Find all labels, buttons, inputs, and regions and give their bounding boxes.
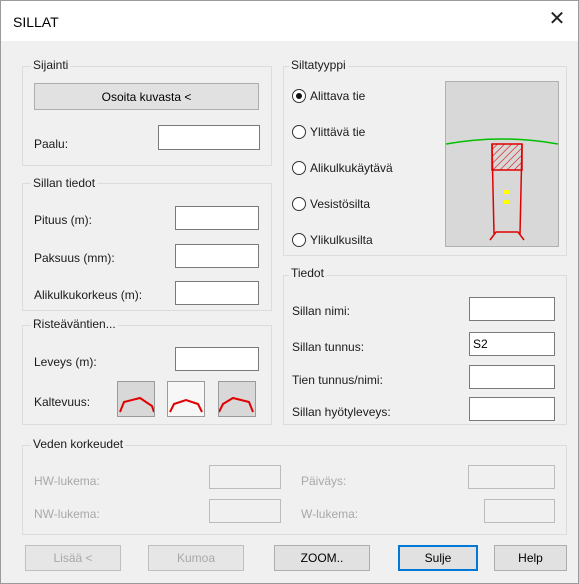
leveys-input[interactable]: [175, 347, 259, 371]
risteavantien-group-label: Risteäväntien...: [31, 317, 118, 331]
title-bar: SILLAT ✕: [1, 1, 578, 41]
sillan-hyotyleveys-label: Sillan hyötyleveys:: [292, 405, 391, 419]
radio-alikulkukaytava[interactable]: Alikulkukäytävä: [292, 161, 432, 177]
w-lukema-label: W-lukema:: [301, 507, 359, 521]
pituus-input[interactable]: [175, 206, 259, 230]
lisaa-button: Lisää <: [25, 545, 121, 571]
slope-middle-option[interactable]: [167, 381, 205, 417]
hw-lukema-input: [209, 465, 281, 489]
sillan-nimi-input[interactable]: [469, 297, 555, 321]
help-button[interactable]: Help: [494, 545, 567, 571]
kaltevuus-label: Kaltevuus:: [34, 395, 91, 409]
paivays-label: Päiväys:: [301, 474, 347, 488]
radio-alittava-tie-dot: [292, 89, 306, 103]
slope-right-icon: [218, 396, 254, 413]
radio-ylikulkusilta[interactable]: Ylikulkusilta: [292, 233, 432, 249]
kumoa-button: Kumoa: [148, 545, 244, 571]
slope-right-option[interactable]: [218, 381, 256, 417]
radio-ylittava-tie-label: Ylittävä tie: [310, 125, 366, 139]
bridge-type-preview: [445, 81, 559, 247]
bridge-preview-drawing: [445, 138, 559, 241]
sillan-hyotyleveys-input[interactable]: [469, 397, 555, 421]
slope-left-icon: [119, 396, 155, 413]
alikulkukorkeus-label: Alikulkukorkeus (m):: [34, 288, 143, 302]
slope-left-option[interactable]: [117, 381, 155, 417]
sillan-tunnus-label: Sillan tunnus:: [292, 340, 365, 354]
paalu-input[interactable]: [158, 125, 260, 150]
radio-ylikulkusilta-dot: [292, 233, 306, 247]
slope-middle-icon: [169, 398, 203, 413]
veden-korkeudet-group-label: Veden korkeudet: [31, 437, 126, 451]
alikulkukorkeus-input[interactable]: [175, 281, 259, 305]
sillan-tunnus-input[interactable]: [469, 332, 555, 356]
radio-alittava-tie-label: Alittava tie: [310, 89, 366, 103]
osoita-kuvasta-button[interactable]: Osoita kuvasta <: [34, 83, 259, 110]
radio-alittava-tie[interactable]: Alittava tie: [292, 89, 432, 105]
radio-ylittava-tie[interactable]: Ylittävä tie: [292, 125, 432, 141]
paksuus-input[interactable]: [175, 244, 259, 268]
nw-lukema-input: [209, 499, 281, 523]
tien-tunnus-label: Tien tunnus/nimi:: [292, 373, 383, 387]
hw-lukema-label: HW-lukema:: [34, 474, 100, 488]
radio-vesistosilta-label: Vesistösilta: [310, 197, 371, 211]
siltatyyppi-group-label: Siltatyyppi: [289, 58, 348, 72]
leveys-label: Leveys (m):: [34, 355, 97, 369]
zoom-button[interactable]: ZOOM..: [274, 545, 370, 571]
paivays-input: [468, 465, 555, 489]
radio-alikulkukaytava-dot: [292, 161, 306, 175]
pituus-label: Pituus (m):: [34, 213, 93, 227]
sijainti-group: [22, 66, 272, 166]
radio-vesistosilta-dot: [292, 197, 306, 211]
nw-lukema-label: NW-lukema:: [34, 507, 100, 521]
sillan-tiedot-group-label: Sillan tiedot: [31, 176, 98, 190]
paalu-label: Paalu:: [34, 137, 69, 151]
paksuus-label: Paksuus (mm):: [34, 251, 115, 265]
tien-tunnus-input[interactable]: [469, 365, 555, 389]
tiedot-group-label: Tiedot: [289, 266, 326, 280]
radio-ylikulkusilta-label: Ylikulkusilta: [310, 233, 373, 247]
sijainti-group-label: Sijainti: [31, 58, 71, 72]
radio-ylittava-tie-dot: [292, 125, 306, 139]
radio-vesistosilta[interactable]: Vesistösilta: [292, 197, 432, 213]
sulje-button[interactable]: Sulje: [398, 545, 478, 571]
radio-alikulkukaytava-label: Alikulkukäytävä: [310, 161, 393, 175]
sillan-nimi-label: Sillan nimi:: [292, 304, 351, 318]
window-title: SILLAT: [13, 14, 59, 30]
w-lukema-input: [484, 499, 555, 523]
sillat-dialog: SILLAT ✕ Sijainti Osoita kuvasta < Paalu…: [0, 0, 579, 584]
close-icon[interactable]: ✕: [546, 9, 568, 31]
